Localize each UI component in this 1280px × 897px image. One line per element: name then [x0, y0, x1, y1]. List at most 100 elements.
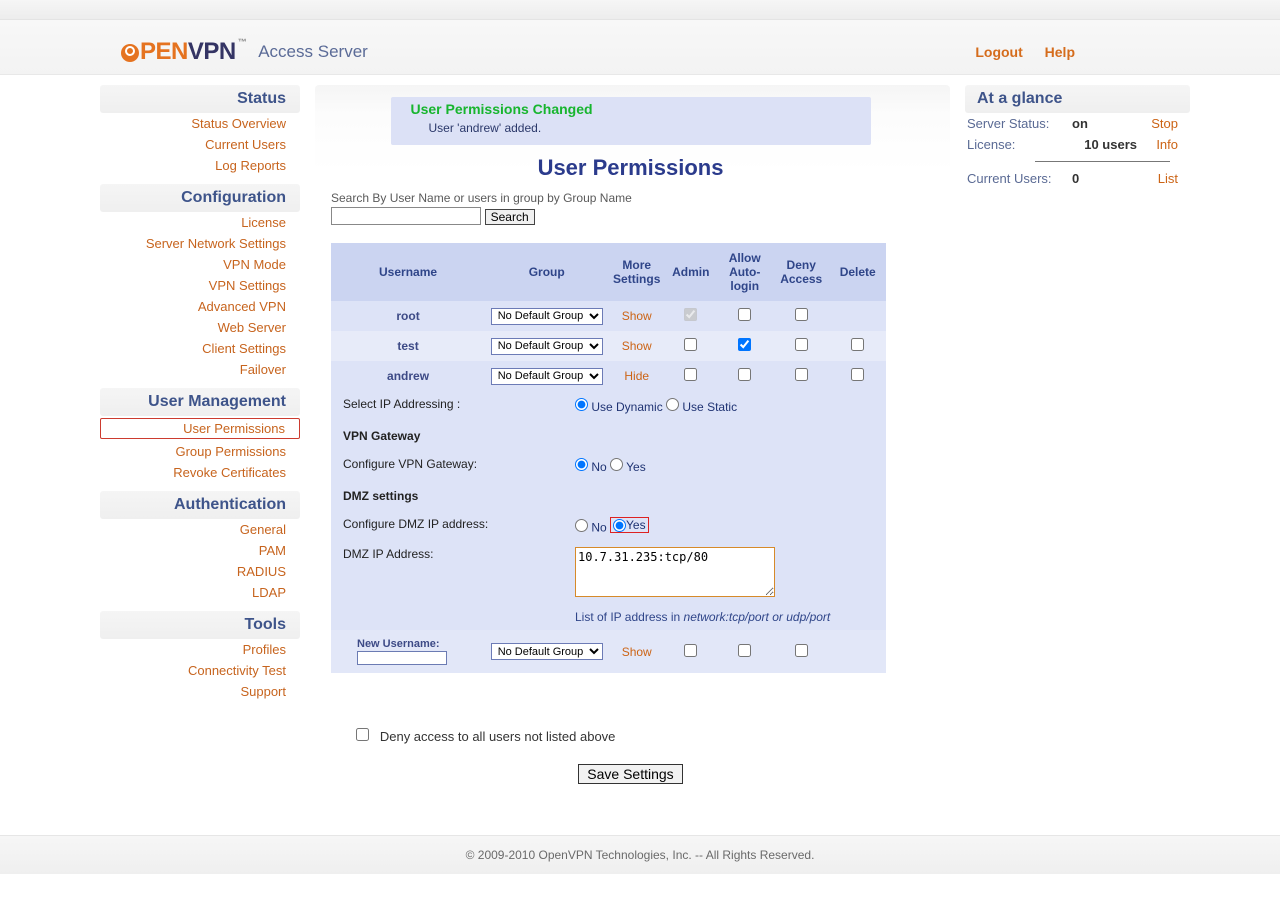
deny-checkbox[interactable]: [795, 368, 808, 381]
deny-all-label: Deny access to all users not listed abov…: [380, 729, 616, 744]
nav-auth-radius[interactable]: RADIUS: [237, 564, 286, 579]
admin-checkbox[interactable]: [684, 338, 697, 351]
new-username-input[interactable]: [357, 651, 447, 665]
nav-revoke-certificates[interactable]: Revoke Certificates: [173, 465, 286, 480]
search-button[interactable]: Search: [485, 209, 535, 225]
notice-title: User Permissions Changed: [411, 101, 861, 117]
search-label: Search By User Name or users in group by…: [331, 191, 930, 205]
glance-users-value: 0: [1072, 171, 1137, 186]
nav-profiles[interactable]: Profiles: [243, 642, 286, 657]
ip-dynamic-radio[interactable]: [575, 398, 588, 411]
delete-checkbox[interactable]: [851, 368, 864, 381]
glance-status-value: on: [1072, 116, 1137, 131]
notice-box: User Permissions Changed User 'andrew' a…: [391, 97, 871, 145]
search-input[interactable]: [331, 207, 481, 225]
table-row: root No Default Group Show: [331, 301, 886, 331]
dmz-ip-textarea[interactable]: [575, 547, 775, 597]
th-admin: Admin: [665, 243, 716, 301]
permissions-table: Username Group More Settings Admin Allow…: [331, 243, 886, 673]
th-group: Group: [485, 243, 608, 301]
autologin-checkbox[interactable]: [738, 644, 751, 657]
glance-panel: At a glance Server Status: on Stop Licen…: [965, 85, 1190, 815]
nav-license[interactable]: License: [241, 215, 286, 230]
nav-user-permissions[interactable]: User Permissions: [183, 421, 285, 436]
nav-connectivity-test[interactable]: Connectivity Test: [188, 663, 286, 678]
username-cell: root: [331, 301, 485, 331]
admin-checkbox[interactable]: [684, 644, 697, 657]
deny-checkbox[interactable]: [795, 308, 808, 321]
th-more: More Settings: [608, 243, 665, 301]
glance-status-label: Server Status:: [967, 116, 1072, 131]
main-panel: User Permissions Changed User 'andrew' a…: [315, 85, 950, 815]
nav-status-overview[interactable]: Status Overview: [191, 116, 286, 131]
autologin-checkbox[interactable]: [738, 368, 751, 381]
save-settings-button[interactable]: Save Settings: [578, 764, 682, 784]
more-settings-toggle[interactable]: Show: [622, 309, 652, 323]
glance-header: At a glance: [965, 85, 1190, 113]
footer: © 2009-2010 OpenVPN Technologies, Inc. -…: [0, 835, 1280, 874]
dmz-ip-label: DMZ IP Address:: [331, 541, 571, 630]
glance-license-value: 10 users: [1072, 137, 1137, 152]
gateway-yes-label: Yes: [626, 460, 646, 474]
group-select[interactable]: No Default Group: [491, 338, 603, 355]
th-auto: Allow Auto-login: [716, 243, 772, 301]
glance-list-link[interactable]: List: [1158, 171, 1178, 186]
dmz-yes-radio[interactable]: [613, 519, 626, 532]
nav-log-reports[interactable]: Log Reports: [215, 158, 286, 173]
dmz-settings-header: DMZ settings: [331, 481, 886, 511]
ip-dynamic-label: Use Dynamic: [591, 400, 662, 414]
nav-auth-ldap[interactable]: LDAP: [252, 585, 286, 600]
deny-checkbox[interactable]: [795, 338, 808, 351]
new-username-label: New Username:: [357, 638, 481, 650]
nav-current-users[interactable]: Current Users: [205, 137, 286, 152]
glance-info-link[interactable]: Info: [1156, 137, 1178, 152]
nav-section-status: Status: [100, 85, 300, 113]
dmz-no-radio[interactable]: [575, 519, 588, 532]
nav-section-configuration: Configuration: [100, 184, 300, 212]
table-row: test No Default Group Show: [331, 331, 886, 361]
ip-static-radio[interactable]: [666, 398, 679, 411]
logout-link[interactable]: Logout: [975, 44, 1022, 60]
deny-checkbox[interactable]: [795, 644, 808, 657]
autologin-checkbox[interactable]: [738, 308, 751, 321]
nav-vpn-mode[interactable]: VPN Mode: [223, 257, 286, 272]
nav-vpn-settings[interactable]: VPN Settings: [209, 278, 286, 293]
glance-stop-link[interactable]: Stop: [1151, 116, 1178, 131]
table-row: andrew No Default Group Hide: [331, 361, 886, 391]
nav-auth-general[interactable]: General: [240, 522, 286, 537]
gateway-no-label: No: [591, 460, 606, 474]
nav-auth-pam[interactable]: PAM: [259, 543, 286, 558]
product-subtitle: Access Server: [258, 42, 368, 62]
vpn-gateway-header: VPN Gateway: [331, 421, 886, 451]
deny-all-checkbox[interactable]: [356, 728, 369, 741]
glance-users-label: Current Users:: [967, 171, 1072, 186]
group-select[interactable]: No Default Group: [491, 643, 603, 660]
gateway-yes-radio[interactable]: [610, 458, 623, 471]
nav-server-network[interactable]: Server Network Settings: [146, 236, 286, 251]
nav-client-settings[interactable]: Client Settings: [202, 341, 286, 356]
group-select[interactable]: No Default Group: [491, 368, 603, 385]
more-settings-toggle[interactable]: Show: [622, 645, 652, 659]
nav-support[interactable]: Support: [240, 684, 286, 699]
nav-failover[interactable]: Failover: [240, 362, 286, 377]
delete-checkbox[interactable]: [851, 338, 864, 351]
nav-web-server[interactable]: Web Server: [218, 320, 286, 335]
nav-advanced-vpn[interactable]: Advanced VPN: [198, 299, 286, 314]
group-select[interactable]: No Default Group: [491, 308, 603, 325]
logo-key-icon: [121, 44, 139, 62]
nav-group-permissions[interactable]: Group Permissions: [175, 444, 286, 459]
dmz-yes-label: Yes: [626, 518, 646, 532]
admin-checkbox: [684, 308, 697, 321]
more-settings-toggle[interactable]: Show: [622, 339, 652, 353]
admin-checkbox[interactable]: [684, 368, 697, 381]
autologin-checkbox[interactable]: [738, 338, 751, 351]
username-cell: andrew: [331, 361, 485, 391]
dmz-config-label: Configure DMZ IP address:: [331, 511, 571, 541]
logo: PENVPN ™: [120, 38, 244, 66]
gateway-no-radio[interactable]: [575, 458, 588, 471]
help-link[interactable]: Help: [1045, 44, 1075, 60]
more-settings-toggle[interactable]: Hide: [624, 369, 649, 383]
dmz-hint: List of IP address in network:tcp/port o…: [575, 610, 874, 624]
glance-license-label: License:: [967, 137, 1072, 152]
ip-static-label: Use Static: [682, 400, 737, 414]
